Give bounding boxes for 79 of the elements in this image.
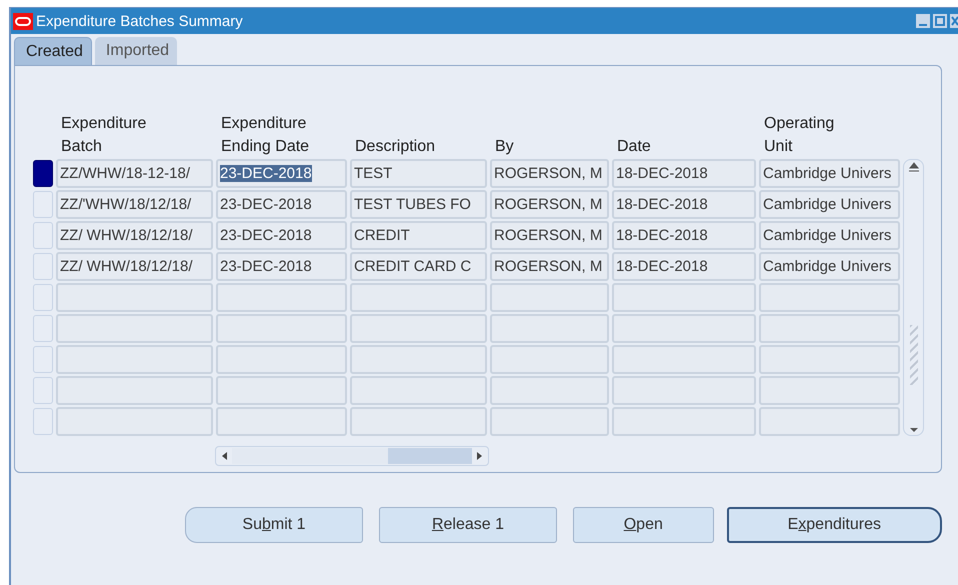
- table-cell[interactable]: CREDIT: [350, 221, 487, 250]
- table-cell[interactable]: [612, 314, 756, 343]
- table-cell[interactable]: TEST: [350, 159, 487, 188]
- button[interactable]: Submit 1: [185, 507, 363, 543]
- table-cell[interactable]: [759, 283, 900, 312]
- table-cell[interactable]: ZZ/ WHW/18/12/18/: [56, 252, 213, 281]
- table-cell[interactable]: 23-DEC-2018: [216, 159, 347, 188]
- down-arrow-icon[interactable]: [908, 427, 918, 433]
- left-arrow-icon[interactable]: [220, 451, 228, 461]
- table-cell[interactable]: [612, 283, 756, 312]
- table-cell[interactable]: [350, 345, 487, 374]
- table-cell[interactable]: [216, 283, 347, 312]
- tab[interactable]: Imported: [94, 37, 178, 65]
- table-cell[interactable]: TEST TUBES FO: [350, 190, 487, 219]
- close-icon[interactable]: [950, 14, 958, 28]
- column-header: By: [495, 137, 514, 157]
- table-cell[interactable]: [490, 345, 609, 374]
- up-arrow-icon[interactable]: [908, 162, 920, 172]
- table-cell[interactable]: 18-DEC-2018: [612, 221, 756, 250]
- column-header: Description: [355, 137, 436, 157]
- table-cell[interactable]: ZZ/WHW/18-12-18/: [56, 159, 213, 188]
- table-cell[interactable]: ROGERSON, M: [490, 252, 609, 281]
- minimize-icon[interactable]: [916, 14, 930, 28]
- table-cell[interactable]: 23-DEC-2018: [216, 221, 347, 250]
- table-cell[interactable]: [612, 345, 756, 374]
- table-cell[interactable]: [490, 407, 609, 436]
- table-cell[interactable]: CREDIT CARD C: [350, 252, 487, 281]
- table-cell[interactable]: [490, 283, 609, 312]
- table-cell[interactable]: [612, 376, 756, 405]
- table-cell[interactable]: [350, 407, 487, 436]
- table-cell[interactable]: [216, 345, 347, 374]
- table-cell[interactable]: Cambridge Univers: [759, 159, 900, 188]
- column-header: Expenditure Ending Date: [221, 114, 310, 157]
- table-cell[interactable]: [216, 407, 347, 436]
- table-cell[interactable]: [759, 314, 900, 343]
- table-cell[interactable]: ZZ/'WHW/18/12/18/: [56, 190, 213, 219]
- button[interactable]: Expenditures: [726, 507, 942, 543]
- table-cell[interactable]: [759, 407, 900, 436]
- table-cell[interactable]: [490, 314, 609, 343]
- table-cell[interactable]: ROGERSON, M: [490, 221, 609, 250]
- vertical-scrollbar[interactable]: [903, 159, 924, 436]
- table-cell[interactable]: ZZ/ WHW/18/12/18/: [56, 221, 213, 250]
- window-title: Expenditure Batches Summary: [36, 12, 244, 30]
- table-cell[interactable]: [350, 283, 487, 312]
- table-cell[interactable]: [350, 314, 487, 343]
- table-cell[interactable]: [56, 345, 213, 374]
- column-header: Operating Unit: [764, 114, 836, 157]
- table-cell[interactable]: [759, 376, 900, 405]
- table-cell[interactable]: [56, 283, 213, 312]
- table-cell[interactable]: [56, 376, 213, 405]
- table-cell[interactable]: Cambridge Univers: [759, 190, 900, 219]
- table-cell[interactable]: [216, 376, 347, 405]
- table-cell[interactable]: Cambridge Univers: [759, 252, 900, 281]
- table-cell[interactable]: [759, 345, 900, 374]
- table-cell[interactable]: [490, 376, 609, 405]
- table-cell[interactable]: 18-DEC-2018: [612, 159, 756, 188]
- table-cell[interactable]: [216, 314, 347, 343]
- table-cell[interactable]: Cambridge Univers: [759, 221, 900, 250]
- table-cell[interactable]: [350, 376, 487, 405]
- table-cell[interactable]: 18-DEC-2018: [612, 190, 756, 219]
- row-selector[interactable]: [33, 160, 53, 187]
- scroll-grip[interactable]: [910, 324, 918, 384]
- tab[interactable]: Created: [14, 37, 92, 65]
- maximize-icon[interactable]: [933, 14, 947, 28]
- button[interactable]: Open: [572, 507, 714, 543]
- table-cell[interactable]: [56, 314, 213, 343]
- column-header: Expenditure Batch: [61, 114, 148, 157]
- table-cell[interactable]: 23-DEC-2018: [216, 252, 347, 281]
- horizontal-scrollbar[interactable]: [215, 446, 489, 466]
- table-cell[interactable]: 18-DEC-2018: [612, 252, 756, 281]
- table-cell[interactable]: ROGERSON, M: [490, 159, 609, 188]
- column-header: Date: [617, 137, 651, 157]
- table-cell[interactable]: [612, 407, 756, 436]
- oracle-logo-icon: [13, 12, 33, 30]
- right-arrow-icon[interactable]: [476, 451, 484, 461]
- table-cell[interactable]: [56, 407, 213, 436]
- table-cell[interactable]: 23-DEC-2018: [216, 190, 347, 219]
- table-cell[interactable]: ROGERSON, M: [490, 190, 609, 219]
- button[interactable]: Release 1: [378, 507, 557, 543]
